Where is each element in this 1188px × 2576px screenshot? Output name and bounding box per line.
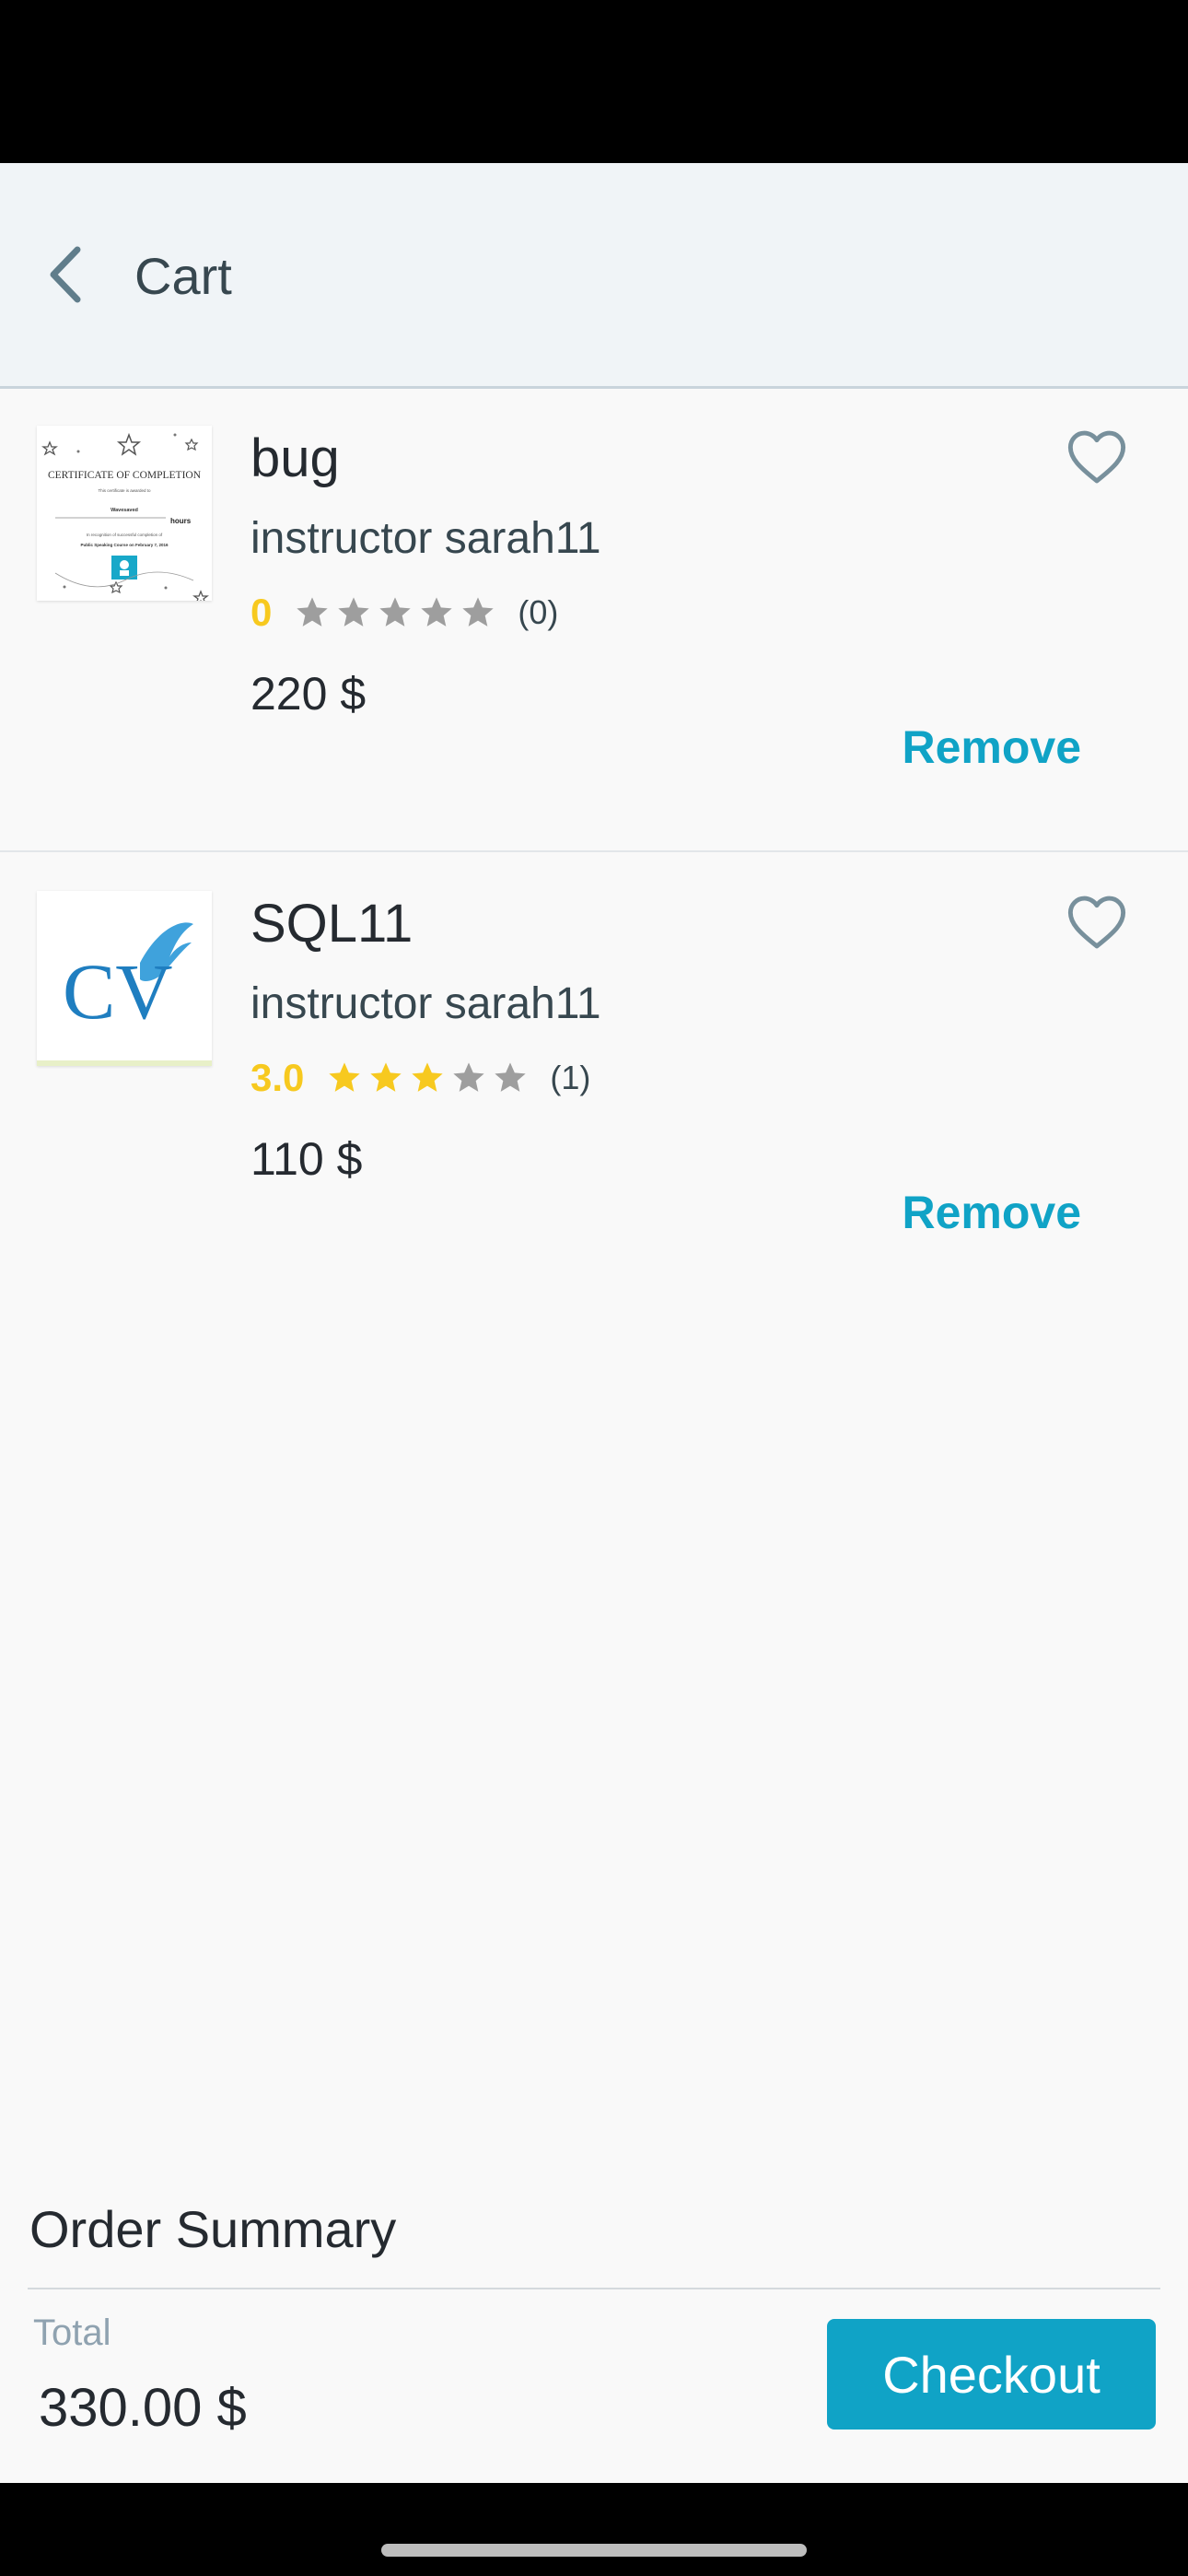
certificate-line-1: This certificate is awarded to [98,488,151,493]
star-empty-icon [379,597,412,626]
star-empty-icon [495,1062,527,1092]
rating-value: 3.0 [250,1056,305,1099]
cart-item: CV SQL11 instructor sarah11 3.0 (1) 110 … [0,852,1188,1316]
status-bar [0,0,1188,163]
certificate-course: Public Speaking Course on February 7, 20… [80,543,169,547]
certificate-line-2: In recognition of successful completion … [87,533,163,537]
star-empty-icon [297,597,329,626]
back-button[interactable] [33,242,98,307]
course-title[interactable]: SQL11 [250,891,413,957]
system-navigation-bar [0,2483,1188,2576]
heart-outline-icon [1067,430,1126,484]
certificate-image: CERTIFICATE OF COMPLETION This certifica… [37,426,212,601]
star-rating [294,594,501,631]
rating: 3.0 (1) [250,1052,590,1104]
rating-count: (1) [550,1059,591,1096]
course-price: 110 $ [250,1133,363,1185]
course-title[interactable]: bug [250,426,340,492]
page-title: Cart [134,247,232,305]
remove-button[interactable]: Remove [902,719,1081,776]
star-rating [326,1060,533,1096]
remove-button[interactable]: Remove [902,1184,1081,1241]
star-empty-icon [338,597,370,626]
star-empty-icon [453,1062,485,1092]
star-filled-icon [370,1062,402,1092]
app-header: Cart [0,163,1188,389]
heart-outline-icon [1067,896,1126,949]
instructor-name: instructor sarah11 [250,979,601,1028]
checkout-button[interactable]: Checkout [827,2319,1156,2430]
rating: 0 (0) [250,587,558,638]
rating-count: (0) [518,593,559,631]
course-price: 220 $ [250,668,367,720]
wishlist-button[interactable] [1066,895,1127,950]
certificate-title: CERTIFICATE OF COMPLETION [48,470,202,481]
star-empty-icon [421,597,453,626]
chevron-left-icon [50,246,81,303]
divider [28,2288,1160,2289]
instructor-name: instructor sarah11 [250,514,601,563]
order-summary: Order Summary Total 330.00 $ Checkout [0,2184,1188,2483]
certificate-hours: hours [170,517,192,525]
rating-value: 0 [250,591,273,634]
order-summary-title: Order Summary [29,2200,397,2258]
cart-item: CERTIFICATE OF COMPLETION This certifica… [0,387,1188,852]
course-thumbnail[interactable]: CERTIFICATE OF COMPLETION This certifica… [37,426,212,601]
star-filled-icon [412,1062,444,1092]
cv-logo-text: CV [63,947,172,1036]
certificate-name: Wavesaved [111,508,138,513]
wishlist-button[interactable] [1066,429,1127,485]
star-filled-icon [329,1062,361,1092]
total-label: Total [33,2313,111,2353]
star-empty-icon [462,597,495,626]
home-indicator[interactable] [381,2544,807,2557]
total-value: 330.00 $ [39,2378,247,2438]
course-thumbnail[interactable]: CV [37,891,212,1066]
cv-logo-image: CV [37,891,212,1066]
